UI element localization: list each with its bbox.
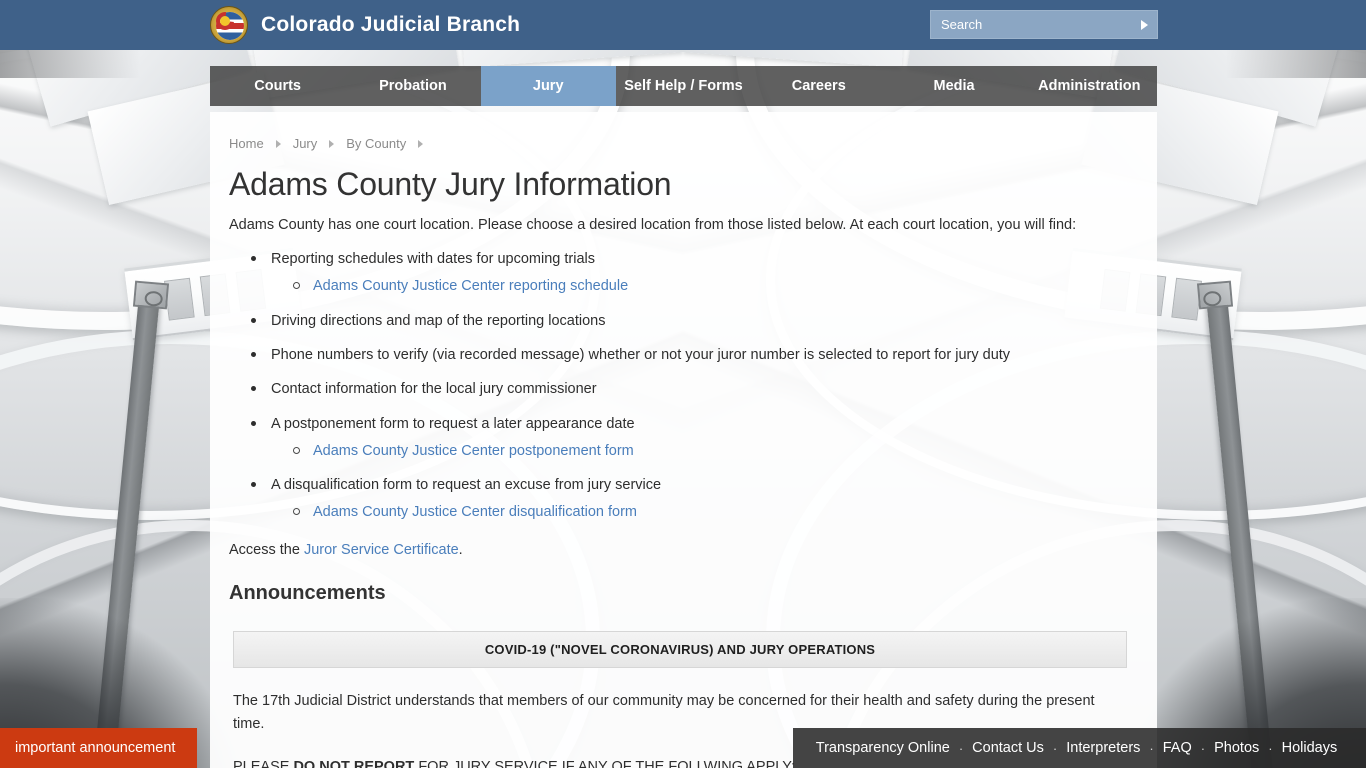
content-panel: Home Jury By County Adams County Jury In…: [210, 112, 1157, 768]
footer-separator: ·: [1149, 740, 1154, 756]
intro-paragraph: Adams County has one court location. Ple…: [229, 217, 1077, 233]
nav-item-probation[interactable]: Probation: [345, 66, 480, 106]
important-announcement-badge[interactable]: important announcement: [0, 728, 197, 768]
footer-link-transparency-online[interactable]: Transparency Online: [816, 740, 950, 756]
covid-banner-title[interactable]: COVID-19 ("NOVEL CORONAVIRUS) AND JURY O…: [233, 630, 1127, 668]
breadcrumb-separator-icon: [329, 139, 335, 148]
list-item-label: Contact information for the local jury c…: [271, 381, 597, 398]
list-item: Contact information for the local jury c…: [249, 372, 1131, 406]
nav-item-self-help[interactable]: Self Help / Forms: [616, 66, 751, 106]
list-item-label: A postponement form to request a later a…: [271, 415, 635, 432]
list-item-label: Driving directions and map of the report…: [271, 312, 606, 329]
sub-list: Adams County Justice Center reporting sc…: [291, 269, 1131, 296]
footer-separator: ·: [1052, 740, 1058, 756]
pillar-bracket: [132, 280, 170, 310]
list-item: Adams County Justice Center disqualifica…: [291, 495, 1131, 522]
footer-separator: ·: [1200, 740, 1206, 756]
nav-item-jury[interactable]: Jury: [480, 66, 616, 106]
list-item: Driving directions and map of the report…: [249, 304, 1131, 338]
please-prefix: PLEASE: [233, 759, 294, 768]
search-box[interactable]: [930, 10, 1158, 39]
footer-links-bar: Transparency Online · Contact Us · Inter…: [793, 728, 1366, 768]
link-reporting-schedule[interactable]: Adams County Justice Center reporting sc…: [313, 278, 628, 294]
breadcrumb-separator-icon: [275, 139, 281, 148]
juror-certificate-line: Access the Juror Service Certificate.: [229, 542, 1131, 558]
seal-sun-dot: [220, 16, 230, 26]
nav-item-media[interactable]: Media: [886, 66, 1021, 106]
breadcrumb-separator-icon: [418, 139, 424, 148]
link-juror-service-certificate[interactable]: Juror Service Certificate: [304, 542, 459, 558]
nav-item-administration[interactable]: Administration: [1022, 66, 1157, 106]
footer-link-holidays[interactable]: Holidays: [1282, 740, 1338, 756]
footer-link-contact-us[interactable]: Contact Us: [972, 740, 1044, 756]
announcements-heading: Announcements: [229, 581, 386, 604]
list-item: Phone numbers to verify (via recorded me…: [249, 338, 1131, 372]
pillar-bracket: [1196, 280, 1234, 310]
link-disqualification-form[interactable]: Adams County Justice Center disqualifica…: [313, 504, 637, 520]
brand-title: Colorado Judicial Branch: [261, 13, 521, 36]
search-input[interactable]: [931, 11, 1131, 38]
list-item-label: A disqualification form to request an ex…: [271, 477, 662, 494]
list-item: Reporting schedules with dates for upcom…: [249, 242, 1131, 304]
court-features-list: Reporting schedules with dates for upcom…: [249, 242, 1131, 530]
footer-separator: ·: [1268, 740, 1273, 756]
list-item: Adams County Justice Center reporting sc…: [291, 269, 1131, 296]
page-title: Adams County Jury Information: [229, 166, 672, 202]
colorado-judicial-seal-icon: [210, 6, 248, 44]
footer-link-faq[interactable]: FAQ: [1163, 740, 1192, 756]
footer-separator: ·: [958, 740, 964, 756]
link-postponement-form[interactable]: Adams County Justice Center postponement…: [313, 443, 634, 459]
list-item: A postponement form to request a later a…: [249, 407, 1131, 469]
access-suffix: .: [458, 541, 463, 558]
search-submit-button[interactable]: [1131, 11, 1157, 38]
list-item-label: Phone numbers to verify (via recorded me…: [271, 346, 1011, 363]
list-item-label: Reporting schedules with dates for upcom…: [271, 251, 595, 268]
breadcrumb-item-by-county[interactable]: By County: [346, 136, 406, 151]
please-suffix: FOR JURY SERVICE IF ANY OF THE FOLLWING …: [418, 759, 796, 768]
caret-right-icon: [1140, 19, 1148, 30]
breadcrumb: Home Jury By County: [229, 136, 1131, 151]
nav-item-careers[interactable]: Careers: [751, 66, 886, 106]
main-navigation: Courts Probation Jury Self Help / Forms …: [210, 66, 1157, 106]
access-prefix: Access the: [229, 541, 304, 558]
footer-link-interpreters[interactable]: Interpreters: [1066, 740, 1140, 756]
breadcrumb-item-home[interactable]: Home: [229, 136, 264, 151]
do-not-report-emphasis: DO NOT REPORT: [293, 759, 419, 768]
site-header: Colorado Judicial Branch: [0, 0, 1366, 50]
list-item: Adams County Justice Center postponement…: [291, 434, 1131, 461]
list-item: A disqualification form to request an ex…: [249, 468, 1131, 530]
footer-link-photos[interactable]: Photos: [1214, 740, 1259, 756]
sub-list: Adams County Justice Center postponement…: [291, 434, 1131, 461]
sub-list: Adams County Justice Center disqualifica…: [291, 495, 1131, 522]
breadcrumb-item-jury[interactable]: Jury: [293, 136, 318, 151]
brand[interactable]: Colorado Judicial Branch: [210, 6, 520, 44]
nav-item-courts[interactable]: Courts: [210, 66, 345, 106]
